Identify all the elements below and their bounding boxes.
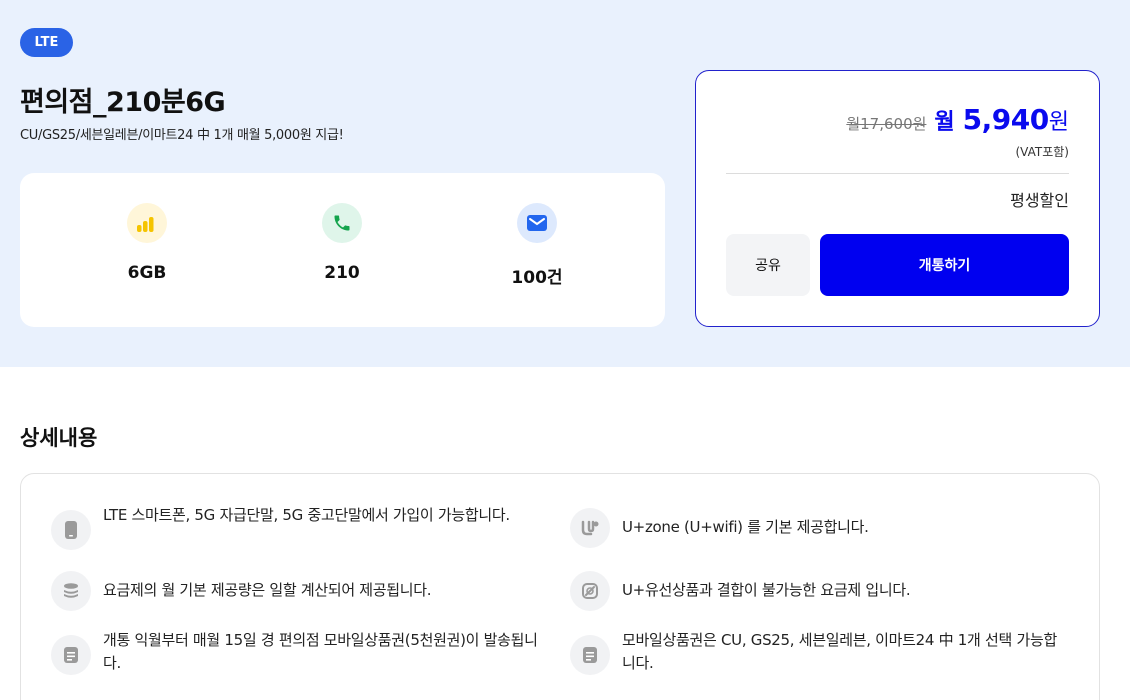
spec-data: 6GB xyxy=(87,203,207,283)
plan-hero: LTE 편의점_210분6G CU/GS25/세븐일레븐/이마트24 中 1개 … xyxy=(0,0,1130,367)
vat-note: (VAT포함) xyxy=(1015,145,1070,159)
price-card: 월17,600원 월 5,940 원 (VAT포함) 평생할인 공유 개통하기 xyxy=(695,70,1100,327)
detail-text: U+zone (U+wifi) 를 기본 제공합니다. xyxy=(622,518,869,536)
divider xyxy=(726,173,1069,174)
spec-sms-value: 100건 xyxy=(511,268,563,288)
open-line-button[interactable]: 개통하기 xyxy=(820,234,1069,296)
detail-text: 요금제의 월 기본 제공량은 일할 계산되어 제공됩니다. xyxy=(103,581,432,599)
details-card: LTE 스마트폰, 5G 자급단말, 5G 중고단말에서 가입이 가능합니다. … xyxy=(20,473,1100,700)
detail-text: 개통 익월부터 매월 15일 경 편의점 모바일상품권(5천원권)이 발송됩니다… xyxy=(103,631,538,672)
share-button[interactable]: 공유 xyxy=(726,234,810,296)
price-row: 월17,600원 월 5,940 원 xyxy=(846,103,1069,136)
signal-bars-icon xyxy=(127,203,167,243)
detail-item: 요금제의 월 기본 제공량은 일할 계산되어 제공됩니다. xyxy=(51,571,541,611)
no-link-icon xyxy=(570,571,610,611)
discount-type: 평생할인 xyxy=(1010,191,1069,210)
detail-item: 모바일상품권은 CU, GS25, 세븐일레븐, 이마트24 中 1개 선택 가… xyxy=(570,629,1060,675)
detail-item: 개통 익월부터 매월 15일 경 편의점 모바일상품권(5천원권)이 발송됩니다… xyxy=(51,629,541,675)
network-badge: LTE xyxy=(20,28,73,57)
smartphone-icon xyxy=(51,510,91,550)
spec-voice-value: 210 xyxy=(324,263,360,283)
spec-voice: 210 xyxy=(282,203,402,283)
detail-item: U+zone (U+wifi) 를 기본 제공합니다. xyxy=(570,508,1060,548)
phone-icon xyxy=(322,203,362,243)
detail-text: LTE 스마트폰, 5G 자급단말, 5G 중고단말에서 가입이 가능합니다. xyxy=(103,506,510,524)
price-unit: 원 xyxy=(1048,110,1069,135)
document-icon xyxy=(51,635,91,675)
detail-text: 모바일상품권은 CU, GS25, 세븐일레븐, 이마트24 中 1개 선택 가… xyxy=(622,631,1057,672)
detail-text: U+유선상품과 결합이 불가능한 요금제 입니다. xyxy=(622,581,911,599)
detail-item: LTE 스마트폰, 5G 자급단말, 5G 중고단말에서 가입이 가능합니다. xyxy=(51,504,541,550)
plan-subtitle: CU/GS25/세븐일레븐/이마트24 中 1개 매월 5,000원 지급! xyxy=(20,128,344,143)
detail-item: U+유선상품과 결합이 불가능한 요금제 입니다. xyxy=(570,571,1060,611)
details-title: 상세내용 xyxy=(20,426,98,450)
spec-sms: 100건 xyxy=(477,203,597,288)
spec-data-value: 6GB xyxy=(127,263,167,283)
discounted-price: 5,940 xyxy=(962,103,1050,136)
plan-spec-card: 6GB 210 100건 xyxy=(20,173,665,327)
database-icon xyxy=(51,571,91,611)
price-prefix: 월 xyxy=(934,110,955,135)
uplus-zone-icon xyxy=(570,508,610,548)
plan-title: 편의점_210분6G xyxy=(20,87,226,118)
original-price: 월17,600원 xyxy=(846,115,927,133)
mail-icon xyxy=(517,203,557,243)
document-icon xyxy=(570,635,610,675)
